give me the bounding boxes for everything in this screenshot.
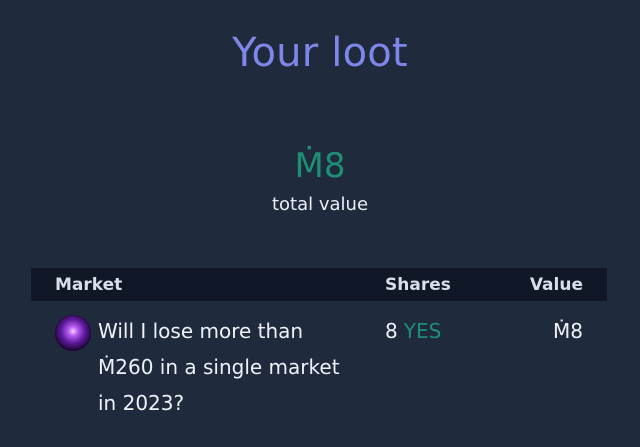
column-header-shares: Shares xyxy=(385,274,451,295)
total-value-label: total value xyxy=(271,194,369,215)
total-value-amount: Ṁ8 xyxy=(294,146,346,186)
shares-outcome: YES xyxy=(403,319,442,343)
purple-orb-avatar[interactable] xyxy=(55,315,91,351)
value-cell: Ṁ8 xyxy=(553,319,583,343)
shares-cell: 8 YES xyxy=(360,313,480,421)
column-header-market: Market xyxy=(55,274,123,295)
loot-table: Market Shares Value Will I lose more tha… xyxy=(31,268,607,421)
shares-count: 8 xyxy=(385,319,398,343)
market-link[interactable]: Will I lose more than Ṁ260 in a single m… xyxy=(98,313,360,421)
total-value-summary: Ṁ8 total value xyxy=(0,144,640,215)
loot-page: Your loot Ṁ8 total value Market Shares V… xyxy=(0,0,640,447)
table-header-row: Market Shares Value xyxy=(31,268,607,301)
market-cell: Will I lose more than Ṁ260 in a single m… xyxy=(31,313,360,421)
table-row: Will I lose more than Ṁ260 in a single m… xyxy=(31,301,607,421)
column-header-value: Value xyxy=(529,274,583,295)
page-title: Your loot xyxy=(232,30,408,76)
